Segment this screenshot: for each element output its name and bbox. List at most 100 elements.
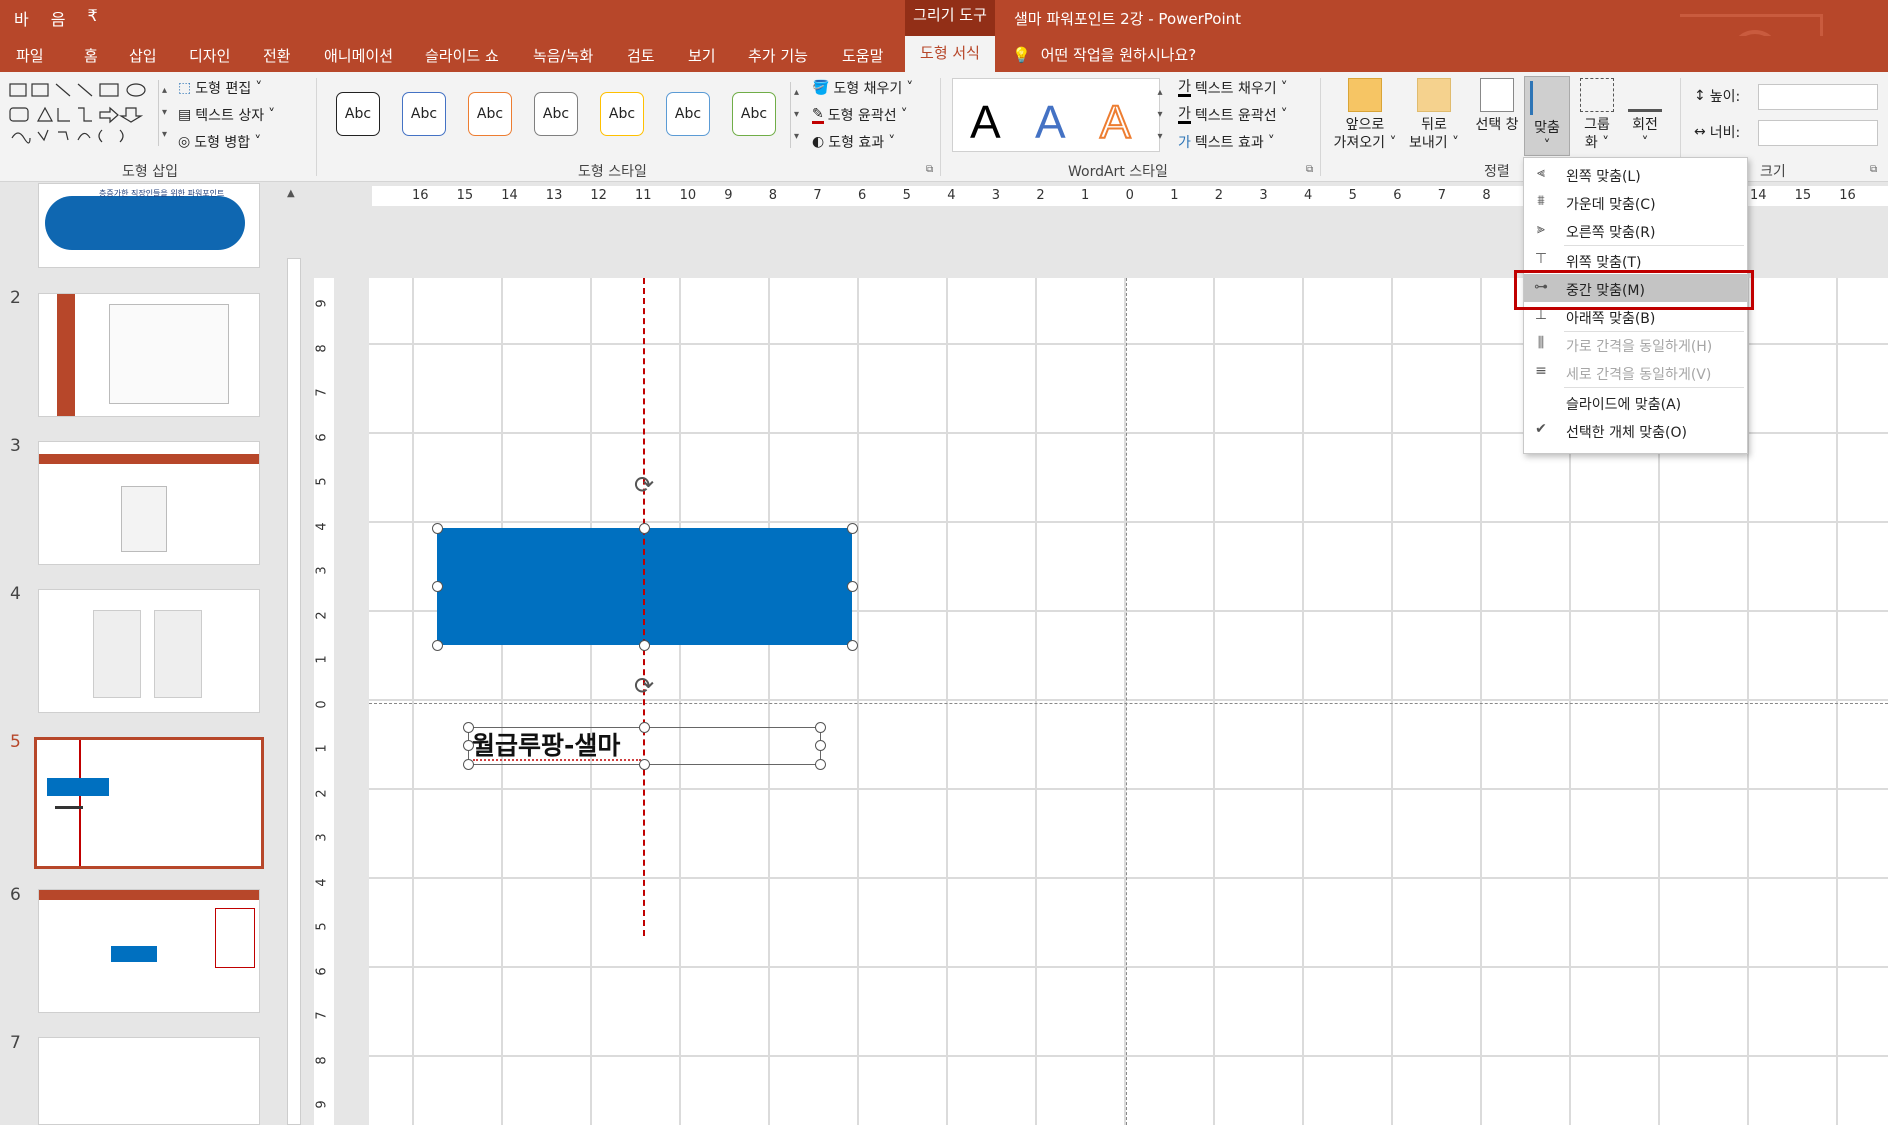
chevron-down-icon: ˅ — [1280, 80, 1288, 96]
send-backward-button[interactable]: 뒤로 보내기 ˅ — [1402, 78, 1466, 152]
ribbon-tab-bar: 파일 홈 삽입 디자인 전환 애니메이션 슬라이드 쇼 녹음/녹화 검토 보기 … — [0, 36, 1888, 72]
tab-shape-format[interactable]: 도형 서식 — [905, 36, 995, 72]
wordart-black[interactable]: A — [970, 92, 1001, 152]
customize-qat-icon[interactable]: ₹ — [87, 6, 97, 30]
tab-review[interactable]: 검토 — [627, 45, 655, 66]
resize-handle[interactable] — [432, 581, 443, 592]
wordart-orange-outline[interactable]: A — [1099, 92, 1132, 152]
resize-handle[interactable] — [639, 759, 650, 770]
ruler-tick: 4 — [947, 188, 956, 203]
slide-thumb-1[interactable]: 층증가한 직장인들을 위한 파워포인트 — [38, 183, 260, 268]
shape-fill-button[interactable]: 🪣 도형 채우기 ˅ — [812, 78, 913, 98]
bring-forward-button[interactable]: 앞으로 가져오기 ˅ — [1328, 78, 1402, 152]
tab-design[interactable]: 디자인 — [189, 45, 230, 66]
rotate-handle-icon[interactable]: ⟳ — [634, 473, 660, 499]
resize-handle[interactable] — [639, 722, 650, 733]
tab-addins[interactable]: 추가 기능 — [748, 45, 808, 66]
rotate-handle-icon[interactable]: ⟳ — [634, 674, 660, 700]
tell-me-search[interactable]: 💡 어떤 작업을 원하시나요? — [1012, 44, 1196, 65]
resize-handle[interactable] — [463, 759, 474, 770]
align-menu-item[interactable]: ⫷ 왼쪽 맞춤(L) — [1524, 160, 1747, 188]
resize-handle[interactable] — [815, 740, 826, 751]
shape-gallery-scroll[interactable]: ▴ ▾ ▾ — [158, 80, 170, 146]
edit-shape-button[interactable]: ⬚ 도형 편집 ˅ — [178, 78, 262, 98]
text-effects-button[interactable]: 가 텍스트 효과 ˅ — [1178, 132, 1275, 152]
shape-style-1[interactable]: Abc — [336, 92, 380, 136]
selection-pane-button[interactable]: 선택 창 — [1466, 78, 1528, 134]
resize-handle[interactable] — [815, 759, 826, 770]
align-menu-item[interactable]: 슬라이드에 맞춤(A) — [1524, 388, 1747, 416]
shape-style-6[interactable]: Abc — [666, 92, 710, 136]
group-button[interactable]: 그룹 화 ˅ — [1574, 78, 1620, 152]
resize-handle[interactable] — [432, 640, 443, 651]
shape-style-gallery-scroll[interactable]: ▴ ▾ ▾ — [790, 82, 802, 148]
shape-gallery[interactable] — [8, 80, 156, 146]
resize-handle[interactable] — [432, 523, 443, 534]
shape-style-2[interactable]: Abc — [402, 92, 446, 136]
shape-effects-button[interactable]: ◐ 도형 효과 ˅ — [812, 132, 895, 152]
rotate-button[interactable]: 회전 ˅ — [1622, 78, 1668, 152]
tab-record[interactable]: 녹음/녹화 — [533, 45, 593, 66]
text-outline-button[interactable]: 가 텍스트 윤곽선 ˅ — [1178, 105, 1288, 125]
resize-handle[interactable] — [847, 581, 858, 592]
align-menu-item[interactable]: ✔ 선택한 개체 맞춤(O) — [1524, 416, 1747, 444]
shape-outline-button[interactable]: ✎ 도형 윤곽선 ˅ — [812, 105, 908, 125]
slide-thumb-4[interactable] — [38, 589, 260, 713]
ribbon-separator — [316, 78, 317, 176]
text-box-content[interactable]: 월급루팡-샐마 — [472, 726, 620, 762]
width-input[interactable] — [1758, 120, 1878, 146]
tab-file[interactable]: 파일 — [16, 45, 44, 66]
wordart-gallery-scroll[interactable]: ▴ ▾ ▾ — [1154, 82, 1166, 148]
shape-style-3[interactable]: Abc — [468, 92, 512, 136]
resize-handle[interactable] — [847, 640, 858, 651]
ruler-tick: 9 — [314, 299, 330, 308]
shape-style-5[interactable]: Abc — [600, 92, 644, 136]
align-menu-item[interactable]: ⫸ 오른쪽 맞춤(R) — [1524, 216, 1747, 244]
mic-icon[interactable]: 음 — [51, 6, 66, 30]
tab-help[interactable]: 도움말 — [842, 45, 883, 66]
ruler-tick: 15 — [1794, 188, 1812, 203]
tab-animations[interactable]: 애니메이션 — [324, 45, 393, 66]
send-backward-icon — [1417, 78, 1451, 112]
dialog-launcher-icon[interactable]: ⧉ — [926, 164, 933, 175]
ribbon-separator — [940, 78, 941, 176]
scrollbar-thumb[interactable] — [287, 258, 301, 1125]
text-fill-button[interactable]: 가 텍스트 채우기 ˅ — [1178, 78, 1288, 98]
wordart-blue[interactable]: A — [1035, 92, 1066, 152]
chevron-down-icon: ˅ — [1641, 135, 1649, 151]
resize-handle[interactable] — [463, 740, 474, 751]
merge-shapes-button[interactable]: ◎ 도형 병합 ˅ — [178, 132, 261, 152]
resize-handle[interactable] — [815, 722, 826, 733]
tab-transitions[interactable]: 전환 — [263, 45, 291, 66]
resize-handle[interactable] — [639, 640, 650, 651]
shape-style-4[interactable]: Abc — [534, 92, 578, 136]
slide-thumb-3[interactable] — [38, 441, 260, 565]
align-menu-item[interactable]: ⩩ 가운데 맞춤(C) — [1524, 188, 1747, 216]
height-input[interactable] — [1758, 84, 1878, 110]
save-icon[interactable]: 바 — [14, 6, 29, 30]
tab-view[interactable]: 보기 — [688, 45, 716, 66]
text-outline-icon: 가 — [1178, 105, 1191, 124]
align-button[interactable]: 맞춤 ˅ — [1524, 76, 1570, 156]
shape-style-7[interactable]: Abc — [732, 92, 776, 136]
dialog-launcher-icon[interactable]: ⧉ — [1870, 164, 1877, 175]
height-icon: ↕ — [1694, 88, 1706, 104]
group-label-wordart: WordArt 스타일 — [1068, 164, 1168, 180]
text-box-button[interactable]: ▤ 텍스트 상자 ˅ — [178, 105, 275, 125]
slide-thumb-2[interactable] — [38, 293, 260, 417]
resize-handle[interactable] — [847, 523, 858, 534]
scroll-up-icon[interactable]: ▲ — [287, 188, 295, 199]
resize-handle[interactable] — [639, 523, 650, 534]
ruler-tick: 14 — [501, 188, 518, 203]
tab-home[interactable]: 홈 — [84, 45, 98, 66]
resize-handle[interactable] — [463, 722, 474, 733]
tab-slideshow[interactable]: 슬라이드 쇼 — [425, 45, 499, 66]
slide4-panel-right — [154, 610, 202, 698]
slide-thumb-5-selected[interactable] — [34, 737, 264, 869]
ruler-tick: 5 — [902, 188, 911, 203]
tab-insert[interactable]: 삽입 — [129, 45, 157, 66]
dialog-launcher-icon[interactable]: ⧉ — [1306, 164, 1313, 175]
slide-thumb-7[interactable] — [38, 1037, 260, 1125]
align-icon — [1530, 81, 1564, 115]
slide-thumb-6[interactable] — [38, 889, 260, 1013]
